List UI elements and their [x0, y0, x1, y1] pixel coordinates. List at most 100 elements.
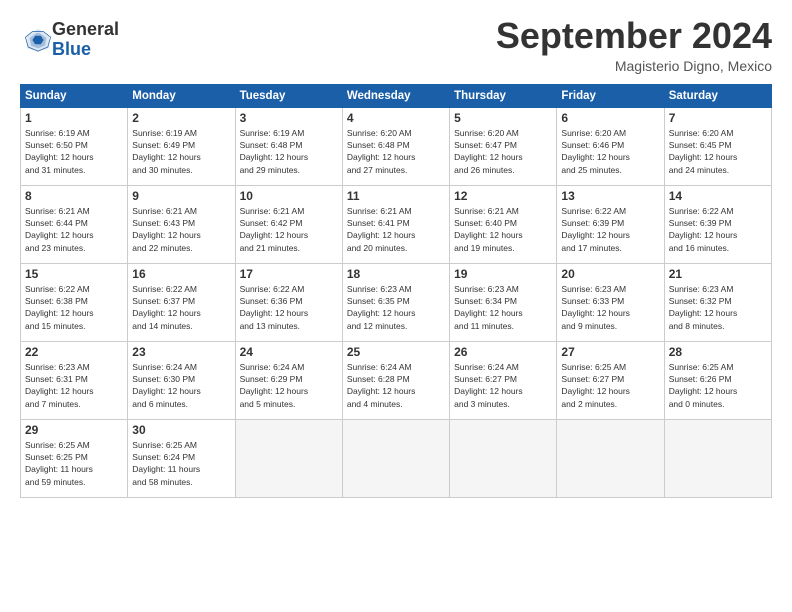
day-number: 21	[669, 267, 767, 281]
day-info: Sunrise: 6:24 AM Sunset: 6:28 PM Dayligh…	[347, 361, 445, 410]
month-title: September 2024	[496, 16, 772, 56]
day-number: 13	[561, 189, 659, 203]
day-number: 29	[25, 423, 123, 437]
table-row: 24Sunrise: 6:24 AM Sunset: 6:29 PM Dayli…	[235, 341, 342, 419]
day-info: Sunrise: 6:22 AM Sunset: 6:37 PM Dayligh…	[132, 283, 230, 332]
day-number: 19	[454, 267, 552, 281]
day-number: 17	[240, 267, 338, 281]
day-number: 12	[454, 189, 552, 203]
table-row: 1Sunrise: 6:19 AM Sunset: 6:50 PM Daylig…	[21, 107, 128, 185]
table-row: 5 Sunrise: 6:20 AM Sunset: 6:47 PM Daylig…	[450, 107, 557, 185]
day-info: Sunrise: 6:24 AM Sunset: 6:29 PM Dayligh…	[240, 361, 338, 410]
logo-icon	[24, 26, 52, 54]
table-row: 25 Sunrise: 6:24 AM Sunset: 6:28 PM Dayli…	[342, 341, 449, 419]
calendar-row: 1Sunrise: 6:19 AM Sunset: 6:50 PM Daylig…	[21, 107, 772, 185]
day-info: Sunrise: 6:23 AM Sunset: 6:34 PM Dayligh…	[454, 283, 552, 332]
day-info: Sunrise: 6:21 AM Sunset: 6:44 PM Dayligh…	[25, 205, 123, 254]
table-row: 8 Sunrise: 6:21 AM Sunset: 6:44 PM Daylig…	[21, 185, 128, 263]
day-number: 18	[347, 267, 445, 281]
day-info: Sunrise: 6:19 AM Sunset: 6:49 PM Dayligh…	[132, 127, 230, 176]
table-row	[557, 419, 664, 497]
table-row	[235, 419, 342, 497]
day-number: 16	[132, 267, 230, 281]
day-number: 2	[132, 111, 230, 125]
day-number: 15	[25, 267, 123, 281]
day-number: 4	[347, 111, 445, 125]
day-info: Sunrise: 6:25 AM Sunset: 6:24 PM Dayligh…	[132, 439, 230, 488]
day-info: Sunrise: 6:25 AM Sunset: 6:26 PM Dayligh…	[669, 361, 767, 410]
table-row: 15 Sunrise: 6:22 AM Sunset: 6:38 PM Dayli…	[21, 263, 128, 341]
table-row: 17 Sunrise: 6:22 AM Sunset: 6:36 PM Dayli…	[235, 263, 342, 341]
table-row: 23 Sunrise: 6:24 AM Sunset: 6:30 PM Dayli…	[128, 341, 235, 419]
day-info: Sunrise: 6:21 AM Sunset: 6:42 PM Dayligh…	[240, 205, 338, 254]
day-info: Sunrise: 6:21 AM Sunset: 6:41 PM Dayligh…	[347, 205, 445, 254]
day-info: Sunrise: 6:24 AM Sunset: 6:30 PM Dayligh…	[132, 361, 230, 410]
table-row: 19 Sunrise: 6:23 AM Sunset: 6:34 PM Dayli…	[450, 263, 557, 341]
table-row: 21Sunrise: 6:23 AM Sunset: 6:32 PM Dayli…	[664, 263, 771, 341]
th-saturday: Saturday	[664, 84, 771, 107]
day-number: 28	[669, 345, 767, 359]
table-row	[664, 419, 771, 497]
day-number: 25	[347, 345, 445, 359]
day-info: Sunrise: 6:23 AM Sunset: 6:35 PM Dayligh…	[347, 283, 445, 332]
day-number: 1	[25, 111, 123, 125]
day-number: 7	[669, 111, 767, 125]
table-row: 13 Sunrise: 6:22 AM Sunset: 6:39 PM Dayli…	[557, 185, 664, 263]
day-info: Sunrise: 6:21 AM Sunset: 6:43 PM Dayligh…	[132, 205, 230, 254]
table-row: 4Sunrise: 6:20 AM Sunset: 6:48 PM Daylig…	[342, 107, 449, 185]
table-row: 6 Sunrise: 6:20 AM Sunset: 6:46 PM Daylig…	[557, 107, 664, 185]
calendar-row: 15 Sunrise: 6:22 AM Sunset: 6:38 PM Dayli…	[21, 263, 772, 341]
day-number: 22	[25, 345, 123, 359]
day-number: 3	[240, 111, 338, 125]
table-row: 14Sunrise: 6:22 AM Sunset: 6:39 PM Dayli…	[664, 185, 771, 263]
day-info: Sunrise: 6:23 AM Sunset: 6:33 PM Dayligh…	[561, 283, 659, 332]
day-number: 30	[132, 423, 230, 437]
day-number: 20	[561, 267, 659, 281]
day-number: 27	[561, 345, 659, 359]
day-number: 6	[561, 111, 659, 125]
table-row: 2 Sunrise: 6:19 AM Sunset: 6:49 PM Daylig…	[128, 107, 235, 185]
table-row: 26 Sunrise: 6:24 AM Sunset: 6:27 PM Dayli…	[450, 341, 557, 419]
location-subtitle: Magisterio Digno, Mexico	[496, 58, 772, 74]
header-row: Sunday Monday Tuesday Wednesday Thursday…	[21, 84, 772, 107]
calendar-table: Sunday Monday Tuesday Wednesday Thursday…	[20, 84, 772, 498]
logo: General Blue	[20, 20, 119, 60]
day-info: Sunrise: 6:20 AM Sunset: 6:47 PM Dayligh…	[454, 127, 552, 176]
day-info: Sunrise: 6:22 AM Sunset: 6:39 PM Dayligh…	[561, 205, 659, 254]
th-monday: Monday	[128, 84, 235, 107]
logo-text: General Blue	[52, 20, 119, 60]
day-number: 26	[454, 345, 552, 359]
calendar-row: 29 Sunrise: 6:25 AM Sunset: 6:25 PM Dayli…	[21, 419, 772, 497]
table-row: 30 Sunrise: 6:25 AM Sunset: 6:24 PM Dayli…	[128, 419, 235, 497]
day-number: 23	[132, 345, 230, 359]
page: General Blue September 2024 Magisterio D…	[0, 0, 792, 612]
calendar-row: 8 Sunrise: 6:21 AM Sunset: 6:44 PM Daylig…	[21, 185, 772, 263]
day-number: 8	[25, 189, 123, 203]
day-info: Sunrise: 6:25 AM Sunset: 6:27 PM Dayligh…	[561, 361, 659, 410]
day-info: Sunrise: 6:21 AM Sunset: 6:40 PM Dayligh…	[454, 205, 552, 254]
table-row: 29 Sunrise: 6:25 AM Sunset: 6:25 PM Dayli…	[21, 419, 128, 497]
day-number: 14	[669, 189, 767, 203]
header: General Blue September 2024 Magisterio D…	[20, 16, 772, 74]
day-number: 11	[347, 189, 445, 203]
table-row: 18 Sunrise: 6:23 AM Sunset: 6:35 PM Dayli…	[342, 263, 449, 341]
table-row: 27 Sunrise: 6:25 AM Sunset: 6:27 PM Dayli…	[557, 341, 664, 419]
table-row: 12 Sunrise: 6:21 AM Sunset: 6:40 PM Dayli…	[450, 185, 557, 263]
table-row: 22Sunrise: 6:23 AM Sunset: 6:31 PM Dayli…	[21, 341, 128, 419]
day-info: Sunrise: 6:25 AM Sunset: 6:25 PM Dayligh…	[25, 439, 123, 488]
day-info: Sunrise: 6:24 AM Sunset: 6:27 PM Dayligh…	[454, 361, 552, 410]
day-info: Sunrise: 6:20 AM Sunset: 6:45 PM Dayligh…	[669, 127, 767, 176]
table-row: 16 Sunrise: 6:22 AM Sunset: 6:37 PM Dayli…	[128, 263, 235, 341]
day-info: Sunrise: 6:19 AM Sunset: 6:48 PM Dayligh…	[240, 127, 338, 176]
day-info: Sunrise: 6:22 AM Sunset: 6:36 PM Dayligh…	[240, 283, 338, 332]
day-info: Sunrise: 6:20 AM Sunset: 6:46 PM Dayligh…	[561, 127, 659, 176]
table-row: 7 Sunrise: 6:20 AM Sunset: 6:45 PM Daylig…	[664, 107, 771, 185]
logo-blue: Blue	[52, 40, 119, 60]
title-block: September 2024 Magisterio Digno, Mexico	[496, 16, 772, 74]
day-info: Sunrise: 6:22 AM Sunset: 6:38 PM Dayligh…	[25, 283, 123, 332]
th-wednesday: Wednesday	[342, 84, 449, 107]
table-row: 9 Sunrise: 6:21 AM Sunset: 6:43 PM Daylig…	[128, 185, 235, 263]
day-number: 9	[132, 189, 230, 203]
th-sunday: Sunday	[21, 84, 128, 107]
day-number: 5	[454, 111, 552, 125]
